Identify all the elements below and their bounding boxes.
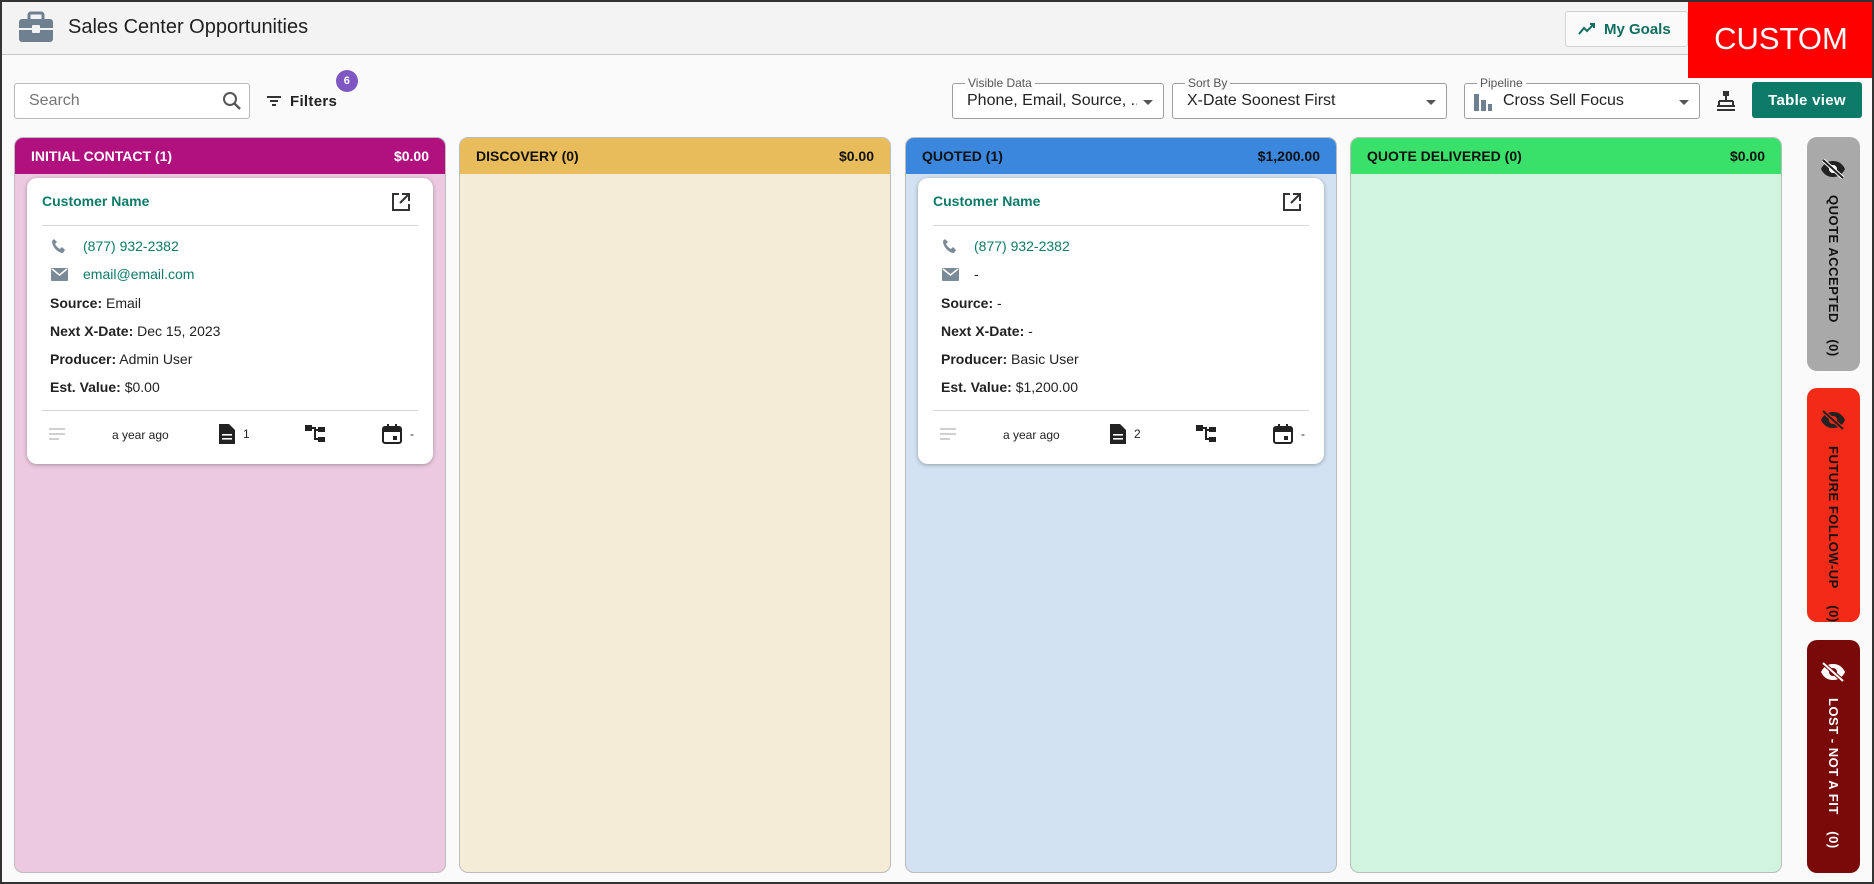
email-value: - (974, 266, 979, 282)
chevron-down-icon (1426, 100, 1436, 105)
calendar-date: - (1301, 427, 1305, 441)
filters-button[interactable]: Filters 6 (266, 70, 358, 114)
my-goals-label: My Goals (1604, 20, 1671, 38)
producer-field: Producer: Basic User (941, 351, 1079, 367)
document-icon (1110, 424, 1126, 444)
eye-off-icon[interactable] (1820, 159, 1846, 179)
email-icon (51, 267, 68, 281)
column-discovery: DISCOVERY (0) $0.00 (459, 137, 891, 873)
top-bar: Sales Center Opportunities My Goals (2, 2, 1872, 55)
open-in-new-icon[interactable] (1282, 192, 1302, 212)
opportunity-card[interactable]: Customer Name (877) 932-2382 - Source: -… (918, 178, 1324, 464)
collapsed-column-lost-not-a-fit[interactable]: LOST - NOT A FIT (0) (1807, 640, 1860, 873)
visible-data-label: Visible Data (965, 76, 1035, 90)
customer-name-link[interactable]: Customer Name (42, 193, 149, 209)
column-amount: $0.00 (393, 148, 429, 164)
calendar-icon[interactable] (1273, 424, 1293, 444)
hierarchy-button[interactable] (1714, 86, 1738, 116)
phone-row: (877) 932-2382 (942, 238, 1070, 254)
documents[interactable]: 1 (219, 424, 250, 444)
column-header[interactable]: QUOTE DELIVERED (0) $0.00 (1351, 138, 1781, 174)
calendar-date: - (410, 427, 414, 441)
filter-icon (267, 96, 281, 106)
email-row: email@email.com (51, 266, 194, 282)
column-amount: $1,200.00 (1257, 148, 1320, 164)
hierarchy-icon (1717, 91, 1735, 111)
trending-up-icon (1578, 23, 1595, 35)
search-input[interactable] (15, 84, 215, 118)
collapsed-column-label: FUTURE FOLLOW-UP (0) (1826, 446, 1841, 622)
collapsed-column-label: LOST - NOT A FIT (0) (1826, 698, 1841, 849)
email-icon (942, 267, 959, 281)
email-row: - (942, 266, 979, 282)
column-amount: $0.00 (838, 148, 874, 164)
column-title: QUOTED (1) (922, 148, 1003, 164)
email-link[interactable]: email@email.com (83, 266, 194, 282)
search-icon[interactable] (221, 90, 243, 112)
pipeline-value: Cross Sell Focus (1503, 92, 1624, 109)
hierarchy-icon[interactable] (1196, 425, 1216, 443)
column-header[interactable]: QUOTED (1) $1,200.00 (906, 138, 1336, 174)
phone-icon (943, 239, 956, 253)
phone-link[interactable]: (877) 932-2382 (974, 238, 1070, 254)
chevron-down-icon (1143, 100, 1153, 105)
column-initial-contact: INITIAL CONTACT (1) $0.00 Customer Name … (14, 137, 446, 873)
documents-count: 1 (243, 427, 250, 441)
pipeline-select[interactable]: Pipeline Cross Sell Focus (1464, 76, 1700, 119)
table-view-button[interactable]: Table view (1752, 82, 1862, 118)
card-age: a year ago (112, 428, 169, 442)
filters-count-badge: 6 (336, 70, 358, 92)
column-quote-delivered: QUOTE DELIVERED (0) $0.00 (1350, 137, 1782, 873)
column-header[interactable]: DISCOVERY (0) $0.00 (460, 138, 890, 174)
source-field: Source: Email (50, 295, 142, 311)
search-box (14, 83, 250, 119)
hierarchy-icon[interactable] (305, 425, 325, 443)
est-value-field: Est. Value: $1,200.00 (941, 379, 1078, 395)
custom-badge: CUSTOM (1688, 0, 1874, 78)
open-in-new-icon[interactable] (391, 192, 411, 212)
producer-field: Producer: Admin User (50, 351, 193, 367)
visible-data-value: Phone, Email, Source, ... (967, 92, 1137, 109)
notes-icon[interactable] (49, 427, 65, 443)
column-title: QUOTE DELIVERED (0) (1367, 148, 1522, 164)
filters-label: Filters (290, 92, 338, 110)
documents-count: 2 (1134, 427, 1141, 441)
visible-data-select[interactable]: Visible Data Phone, Email, Source, ... (952, 76, 1164, 119)
briefcase-icon (19, 11, 53, 42)
opportunity-card[interactable]: Customer Name (877) 932-2382 email@email… (27, 178, 433, 464)
eye-off-icon[interactable] (1820, 410, 1846, 430)
collapsed-column-future-follow-up[interactable]: FUTURE FOLLOW-UP (0) (1807, 388, 1860, 622)
chevron-down-icon (1679, 100, 1689, 105)
column-title: INITIAL CONTACT (1) (31, 148, 173, 164)
document-icon (219, 424, 235, 444)
card-age: a year ago (1003, 428, 1060, 442)
calendar-icon[interactable] (382, 424, 402, 444)
collapsed-column-quote-accepted[interactable]: QUOTE ACCEPTED (0) (1807, 137, 1860, 371)
sort-by-label: Sort By (1185, 76, 1231, 90)
phone-row: (877) 932-2382 (51, 238, 179, 254)
collapsed-column-label: QUOTE ACCEPTED (0) (1826, 195, 1841, 357)
documents[interactable]: 2 (1110, 424, 1141, 444)
column-header[interactable]: INITIAL CONTACT (1) $0.00 (15, 138, 445, 174)
phone-link[interactable]: (877) 932-2382 (83, 238, 179, 254)
bar-chart-icon (1474, 94, 1492, 111)
next-xdate-field: Next X-Date: Dec 15, 2023 (50, 323, 221, 339)
sort-by-value: X-Date Soonest First (1187, 92, 1336, 109)
next-xdate-field: Next X-Date: - (941, 323, 1033, 339)
column-title: DISCOVERY (0) (476, 148, 579, 164)
my-goals-button[interactable]: My Goals (1565, 11, 1688, 47)
phone-icon (52, 239, 65, 253)
customer-name-link[interactable]: Customer Name (933, 193, 1040, 209)
column-amount: $0.00 (1729, 148, 1765, 164)
source-field: Source: - (941, 295, 1002, 311)
eye-off-icon[interactable] (1820, 662, 1846, 682)
page-title: Sales Center Opportunities (68, 16, 309, 38)
card-footer: a year ago 2 - (918, 422, 1324, 448)
card-footer: a year ago 1 - (27, 422, 433, 448)
est-value-field: Est. Value: $0.00 (50, 379, 160, 395)
sort-by-select[interactable]: Sort By X-Date Soonest First (1172, 76, 1447, 119)
notes-icon[interactable] (940, 427, 956, 443)
column-quoted: QUOTED (1) $1,200.00 Customer Name (877)… (905, 137, 1337, 873)
pipeline-label: Pipeline (1477, 76, 1526, 90)
